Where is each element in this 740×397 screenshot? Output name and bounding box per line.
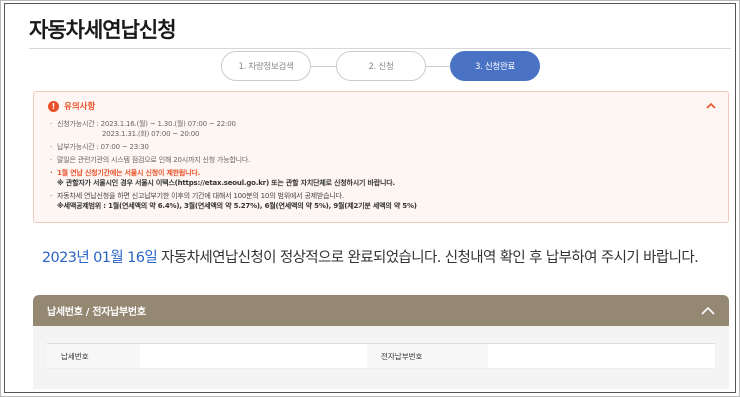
chevron-up-icon[interactable]	[706, 101, 716, 111]
title-divider	[29, 48, 731, 49]
tax-panel-header[interactable]: 납세번호 / 전자납부번호	[33, 295, 729, 326]
notice-title: 유의사항	[64, 102, 96, 112]
chevron-up-icon[interactable]	[701, 306, 715, 316]
content-frame: 자동차세연납신청 1. 차량정보검색 2. 신청 3. 신청완료 ! 유의사항 …	[4, 3, 736, 393]
step-apply: 2. 신청	[336, 51, 426, 81]
notice-period: 신청가능시간 : 2023.1.16.(월) ~ 1.30.(월) 07:00 …	[50, 119, 720, 129]
e-payment-number-value	[488, 344, 715, 368]
tax-panel-body: 납세번호 전자납부번호	[33, 326, 729, 389]
notice-header: ! 유의사항	[48, 100, 95, 112]
notice-box: ! 유의사항 신청가능시간 : 2023.1.16.(월) ~ 1.30.(월)…	[33, 91, 729, 223]
notice-payment-time: 납부가능시간 : 07:00 ~ 23:30	[50, 142, 720, 152]
completion-date: 2023년 01월 16일	[41, 250, 158, 266]
tax-number-panel: 납세번호 / 전자납부번호 납세번호 전자납부번호	[33, 295, 729, 389]
notice-deduction: 자동차세 연납신청을 하면 신고납부기한 이후의 기간에 대해서 100분의 1…	[50, 191, 720, 201]
warning-icon: !	[48, 100, 59, 112]
notice-period-cont: 2023.1.31.(화) 07:00 ~ 20:00	[102, 130, 200, 138]
tax-number-row: 납세번호 전자납부번호	[47, 343, 715, 369]
completion-text: 자동차세연납신청이 정상적으로 완료되었습니다. 신청내역 확인 후 납부하여 …	[157, 250, 699, 266]
page-title: 자동차세연납신청	[29, 18, 177, 42]
notice-restriction-note: ※ 관할자가 서울시인 경우 서울시 이택스(https://etax.seou…	[57, 179, 395, 187]
completion-message: 2023년 01월 16일 자동차세연납신청이 정상적으로 완료되었습니다. 신…	[5, 246, 735, 267]
step-vehicle-search: 1. 차량정보검색	[221, 51, 311, 81]
notice-deduction-range: ※세액공제범위 : 1월(연세액의 약 6.4%), 3월(연세액의 약 5.2…	[57, 202, 417, 210]
tax-number-value	[140, 344, 367, 368]
notice-restriction: 1월 연납 신청기간에는 서울시 신청이 제한됩니다.	[50, 168, 720, 178]
notice-body: 신청가능시간 : 2023.1.16.(월) ~ 1.30.(월) 07:00 …	[50, 119, 720, 211]
e-payment-number-label: 전자납부번호	[367, 344, 488, 368]
progress-steps: 1. 차량정보검색 2. 신청 3. 신청완료	[221, 51, 541, 82]
tax-panel-title: 납세번호 / 전자납부번호	[47, 307, 146, 318]
notice-last-day: 말일은 관련기관의 시스템 점검으로 인해 20시까지 신청 가능합니다.	[50, 155, 720, 165]
step-complete: 3. 신청완료	[450, 51, 540, 81]
tax-number-label: 납세번호	[47, 344, 140, 368]
